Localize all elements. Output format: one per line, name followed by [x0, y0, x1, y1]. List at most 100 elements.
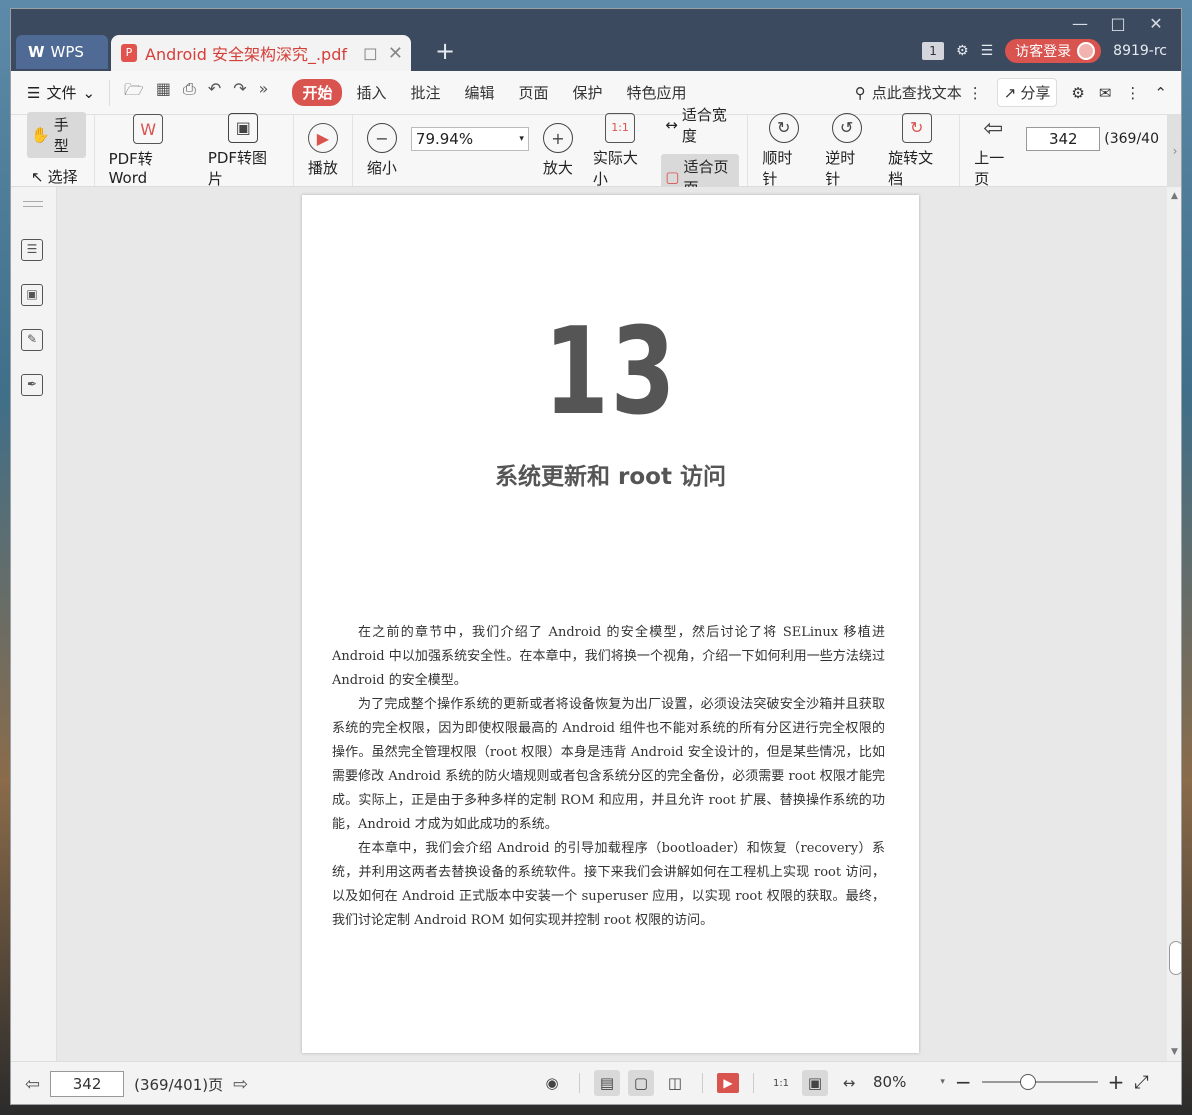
tab-insert[interactable]: 插入 [346, 79, 396, 106]
scroll-up-icon[interactable]: ▲ [1171, 191, 1178, 201]
signature-icon[interactable]: ✒ [21, 374, 43, 396]
play-button[interactable]: ▶ 播放 [302, 123, 344, 178]
arrow-left-icon: ⇦ [983, 113, 1004, 142]
save-icon[interactable]: ▦ [156, 79, 171, 106]
left-sidebar: ☰ ▣ ✎ ✒ [11, 187, 57, 1061]
file-menu-button[interactable]: ☰ 文件 ⌄ [27, 79, 111, 106]
prev-page-button[interactable]: ⇦ 上一页 [968, 113, 1018, 189]
zoom-in-button[interactable]: + 放大 [537, 123, 579, 178]
guest-login-button[interactable]: 访客登录 [1005, 39, 1102, 63]
find-text-button[interactable]: ⚲ 点此查找文本 ⋮ [855, 82, 983, 103]
pdf-file-icon: P [121, 44, 137, 62]
menu-right: ⚲ 点此查找文本 ⋮ ↗ 分享 ⚙ ✉ ⋮ ⌃ [855, 78, 1181, 107]
zoom-out-button[interactable]: − 缩小 [361, 123, 403, 178]
continuous-page-icon[interactable]: ▤ [594, 1070, 620, 1096]
convert-group: W PDF转Word ▣ PDF转图片 [95, 112, 294, 189]
chevron-down-icon: ⌄ [82, 83, 96, 102]
page-count-badge[interactable]: 1 [922, 42, 945, 60]
menu-bar: ☰ 文件 ⌄ 🗁 ▦ ⎙ ↶ ↷ » 开始 插入 批注 编辑 页面 保护 特色应… [11, 71, 1181, 115]
zoom-slider[interactable] [981, 1074, 1098, 1090]
select-tool-button[interactable]: ↖ 选择 [27, 164, 86, 189]
single-page-icon[interactable]: ▢ [628, 1070, 654, 1096]
rotate-document-button[interactable]: ↻ 旋转文档 [882, 112, 951, 189]
tab-annotate[interactable]: 批注 [400, 79, 450, 106]
tab-edit[interactable]: 编辑 [454, 79, 504, 106]
document-canvas[interactable]: 13 系统更新和 root 访问 在之前的章节中，我们介绍了 Android 的… [57, 187, 1167, 1061]
fit-width-icon: ↔ [665, 115, 678, 134]
new-tab-button[interactable]: + [435, 39, 455, 63]
print-icon[interactable]: ⎙ [183, 79, 196, 106]
tab-document[interactable]: P Android 安全架构深究_.pdf ◻ ✕ [111, 35, 411, 71]
more-quick-icon[interactable]: » [259, 79, 269, 106]
eye-protection-icon[interactable]: ◉ [539, 1070, 565, 1096]
avatar [1077, 42, 1096, 60]
redo-icon[interactable]: ↷ [233, 79, 246, 106]
scroll-down-icon[interactable]: ▼ [1171, 1047, 1178, 1057]
close-window-icon[interactable]: ✕ [1137, 13, 1175, 35]
outline-icon[interactable]: ☰ [21, 239, 43, 261]
status-actual-size-icon[interactable]: 1:1 [768, 1070, 794, 1096]
status-zoom-out-icon[interactable]: − [955, 1070, 972, 1094]
dropdown-icon: ▾ [519, 134, 524, 144]
minimize-icon[interactable]: — [1061, 13, 1099, 35]
cursor-icon: ↖ [31, 167, 44, 186]
status-zoom-in-icon[interactable]: + [1108, 1070, 1125, 1094]
open-folder-icon[interactable]: 🗁 [124, 79, 144, 106]
prev-page-label: 上一页 [974, 148, 1005, 188]
annotation-pen-icon[interactable]: ✎ [21, 329, 43, 351]
rotate-counterclockwise-button[interactable]: ↺ 逆时针 [819, 112, 874, 189]
window-controls: — □ ✕ [1061, 13, 1175, 35]
sidebar-grip[interactable] [23, 201, 43, 207]
next-page-arrow-icon[interactable]: ⇨ [233, 1074, 248, 1095]
more-options-icon[interactable]: ⋮ [1125, 84, 1140, 102]
tab-wps-home[interactable]: W WPS [16, 35, 108, 69]
double-page-icon[interactable]: ◫ [662, 1070, 688, 1096]
status-play-icon[interactable]: ▶ [717, 1073, 739, 1093]
page-number-input[interactable]: 342 [1026, 127, 1101, 151]
scrollbar-thumb[interactable] [1169, 941, 1181, 975]
zoom-dropdown-icon[interactable]: ▾ [940, 1077, 945, 1087]
hand-tool-button[interactable]: ✋ 手型 [27, 112, 86, 158]
fit-width-button[interactable]: ↔ 适合宽度 [661, 102, 739, 148]
rotate-counterclockwise-label: 逆时针 [825, 148, 856, 188]
thumbnails-icon[interactable]: ▣ [21, 284, 43, 306]
actual-size-button[interactable]: 1:1 实际大小 [587, 112, 653, 189]
ribbon-scroll-right[interactable]: › [1167, 115, 1181, 187]
paragraph-1: 在之前的章节中，我们介绍了 Android 的安全模型，然后讨论了将 SELin… [332, 625, 885, 688]
settings-gear-icon[interactable]: ⚙ [1071, 84, 1084, 102]
status-bar: ⇦ 342 (369/401)页 ⇨ ◉ ▤ ▢ ◫ ▶ 1:1 ▣ ↔ 80%… [11, 1061, 1181, 1104]
status-page-input[interactable]: 342 [50, 1071, 125, 1097]
status-fit-page-icon[interactable]: ▣ [802, 1070, 828, 1096]
zoom-slider-handle[interactable] [1019, 1074, 1036, 1090]
hand-icon: ✋ [31, 126, 50, 144]
rotate-clockwise-button[interactable]: ↻ 顺时针 [756, 112, 811, 189]
comment-icon[interactable]: ✉ [1099, 84, 1112, 102]
zoom-level-select[interactable]: 79.94% ▾ [410, 127, 529, 151]
collapse-ribbon-icon[interactable]: ⌃ [1154, 84, 1167, 102]
maximize-icon[interactable]: □ [1099, 13, 1137, 35]
title-right-area: 1 ⚙ ☰ 访客登录 8919-rc [922, 39, 1167, 63]
undo-icon[interactable]: ↶ [208, 79, 221, 106]
fullscreen-icon[interactable]: ⤢ [1134, 1072, 1148, 1093]
pdf-to-word-icon: W [133, 114, 164, 144]
share-button[interactable]: ↗ 分享 [996, 78, 1058, 107]
prev-page-arrow-icon[interactable]: ⇦ [25, 1074, 40, 1095]
tab-page[interactable]: 页面 [509, 79, 559, 106]
play-group: ▶ 播放 [294, 115, 353, 186]
tab-document-label: Android 安全架构深究_.pdf [145, 45, 347, 64]
tab-protect[interactable]: 保护 [563, 79, 613, 106]
vertical-scrollbar[interactable]: ▲ ▼ [1167, 187, 1181, 1061]
pin-tab-icon[interactable]: ◻ [363, 43, 378, 64]
pdf-to-image-button[interactable]: ▣ PDF转图片 [202, 112, 285, 189]
zoom-level-value: 79.94% [415, 130, 474, 148]
shirt-icon[interactable]: ☰ [981, 43, 994, 59]
skin-icon[interactable]: ⚙ [956, 43, 969, 59]
title-bar: — □ ✕ W WPS P Android 安全架构深究_.pdf ◻ ✕ + … [11, 9, 1181, 71]
more-vertical-icon: ⋮ [967, 83, 983, 102]
close-tab-icon[interactable]: ✕ [388, 43, 403, 64]
divider [753, 1073, 754, 1093]
status-fit-width-icon[interactable]: ↔ [836, 1070, 862, 1096]
status-zoom-percent[interactable]: 80% [873, 1073, 906, 1091]
pdf-to-word-button[interactable]: W PDF转Word [103, 114, 194, 187]
tab-start[interactable]: 开始 [292, 79, 343, 106]
